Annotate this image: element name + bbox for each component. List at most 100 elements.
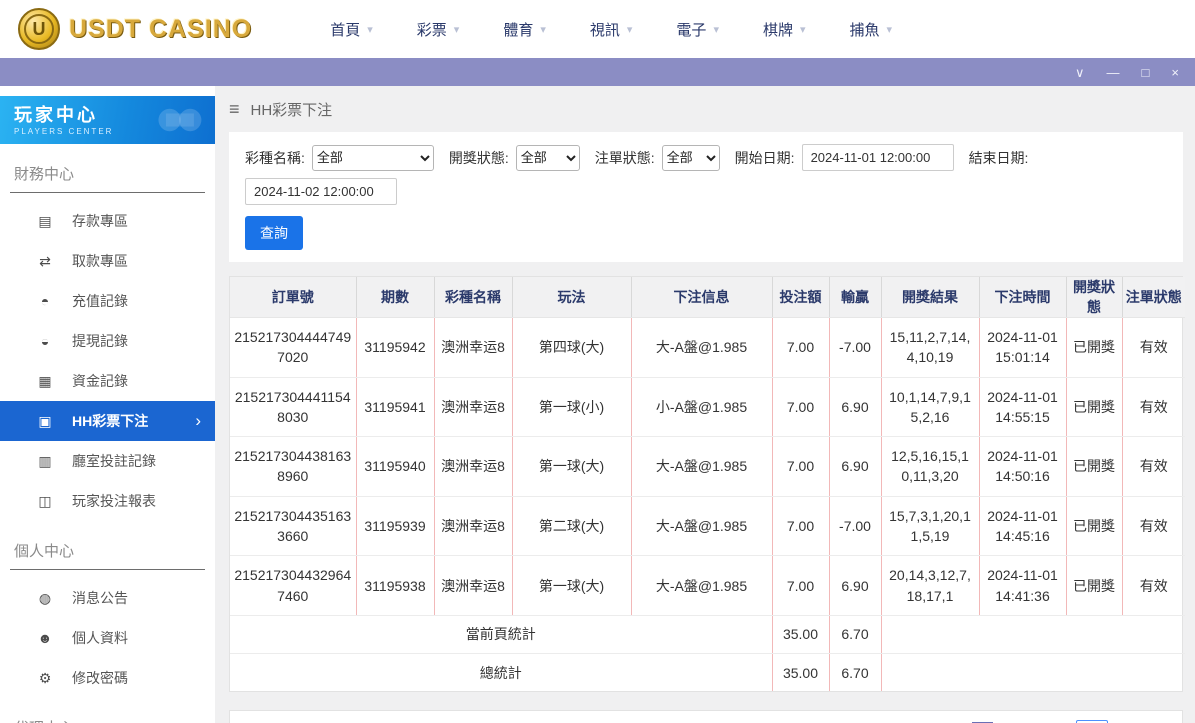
chevron-down-icon: ▾: [453, 23, 460, 36]
sidebar-item-announcements[interactable]: ◍ 消息公告: [0, 578, 215, 618]
grand-summary-bet-total: 35.00: [772, 653, 830, 692]
logo: U USDT CASINO: [18, 8, 252, 50]
chevron-down-icon: ▾: [799, 23, 806, 36]
cell-bet-time: 2024-11-01 14:55:15: [979, 377, 1067, 438]
sidebar-item-withdraw[interactable]: ⇄ 取款專區: [0, 241, 215, 281]
search-button[interactable]: 查詢: [245, 216, 303, 250]
cell-lottery-name: 澳洲幸运8: [434, 555, 513, 616]
maximize-icon[interactable]: □: [1142, 66, 1150, 79]
top-header: U USDT CASINO 首頁 ▾ 彩票 ▾ 體育 ▾ 視訊 ▾ 電子 ▾ 棋牌 ▾ 捕魚 ▾: [0, 0, 1195, 58]
hamburger-icon[interactable]: ≡: [229, 99, 240, 120]
start-date-label: 開始日期:: [734, 149, 795, 166]
cell-bet-time: 2024-11-01 15:01:14: [979, 317, 1067, 378]
page-summary-row: 當前頁統計 35.00 6.70: [230, 615, 1185, 654]
cell-draw-status: 已開獎: [1066, 436, 1123, 497]
cell-order-status: 有效: [1122, 436, 1185, 497]
bets-table-card: 訂單號 期數 彩種名稱 玩法 下注信息 投注額 輸贏 開獎結果 下注時間 開獎狀…: [229, 276, 1185, 693]
cell-bet-amount: 7.00: [772, 377, 830, 438]
order-status-select[interactable]: 全部: [661, 144, 720, 171]
page-title: HH彩票下注: [250, 101, 333, 119]
sidebar-item-label: 取款專區: [72, 253, 128, 269]
withdraw-icon: ⇄: [39, 252, 51, 269]
column-header-play-type: 玩法: [512, 277, 632, 318]
chevron-down-icon[interactable]: ∨: [1075, 66, 1085, 79]
coin-letter: U: [24, 14, 54, 44]
cell-order-status: 有效: [1122, 377, 1185, 438]
pagination-bar: 每頁顯示20條 共5条 首页 上一页 1 下一页 第 页 跳转: [229, 710, 1183, 723]
close-icon[interactable]: ×: [1171, 66, 1179, 79]
funds-record-icon: ▦: [38, 372, 52, 389]
draw-status-label: 開獎狀態:: [448, 149, 509, 166]
nav-item-live-video[interactable]: 視訊 ▾: [590, 19, 633, 40]
column-header-order-status: 注單狀態: [1122, 277, 1185, 318]
coin-icon: U: [18, 8, 60, 50]
lottery-name-select[interactable]: 全部: [311, 144, 434, 171]
order-status-label: 注單狀態:: [594, 149, 655, 166]
lottery-bet-icon: ▣: [38, 412, 52, 429]
sidebar-item-hh-lottery-bets[interactable]: ▣ HH彩票下注 ›: [0, 401, 215, 441]
cell-bet-amount: 7.00: [772, 555, 830, 616]
table-row: 2152173044411548030 31195941 澳洲幸运8 第一球(小) 小-…: [230, 377, 1185, 438]
cell-bet-info: 大-A盤@1.985: [631, 317, 773, 378]
sidebar-item-funds-records[interactable]: ▦ 資金記錄: [0, 361, 215, 401]
grand-summary-win-loss-total: 6.70: [829, 653, 882, 692]
grand-summary-row: 總統計 35.00 6.70: [230, 653, 1185, 692]
section-title: 財務中心: [10, 158, 205, 193]
draw-status-select[interactable]: 全部: [515, 144, 580, 171]
cell-play-type: 第一球(大): [512, 436, 632, 497]
cell-win-loss: -7.00: [829, 496, 882, 557]
cell-draw-result: 15,7,3,1,20,11,5,19: [881, 496, 980, 557]
sidebar-item-withdrawal-records[interactable]: ◒ 提現記錄: [0, 321, 215, 361]
cell-bet-time: 2024-11-01 14:50:16: [979, 436, 1067, 497]
nav-item-sports[interactable]: 體育 ▾: [503, 19, 546, 40]
cell-lottery-name: 澳洲幸运8: [434, 317, 513, 378]
bell-icon: ◍: [38, 589, 52, 606]
nav-item-lottery[interactable]: 彩票 ▾: [417, 19, 460, 40]
nav-item-home[interactable]: 首頁 ▾: [330, 19, 373, 40]
cell-order-id: 2152173044447497020: [230, 317, 357, 378]
end-date-input[interactable]: [245, 178, 397, 205]
cell-period: 31195939: [356, 496, 435, 557]
sidebar-item-hall-bet-records[interactable]: ▥ 廳室投註記錄: [0, 441, 215, 481]
app-shell: 玩家中心 PLAYERS CENTER 財務中心 ▤ 存款專區 ⇄ 取款專區 ◓ 充值記錄 ◒…: [0, 86, 1195, 723]
sidebar-item-profile[interactable]: ☻ 個人資料: [0, 618, 215, 658]
column-header-lottery-name: 彩種名稱: [434, 277, 513, 318]
cell-bet-info: 小-A盤@1.985: [631, 377, 773, 438]
cell-draw-result: 12,5,16,15,10,11,3,20: [881, 436, 980, 497]
sidebar-item-label: 消息公告: [72, 590, 128, 606]
nav-item-label: 視訊: [589, 21, 620, 39]
column-header-order-id: 訂單號: [230, 277, 357, 318]
page-summary-bet-total: 35.00: [772, 615, 830, 654]
sidebar-item-player-bet-report[interactable]: ◫ 玩家投注報表: [0, 481, 215, 521]
cell-play-type: 第一球(小): [512, 377, 632, 438]
start-date-input[interactable]: [801, 144, 954, 171]
cell-order-id: 2152173044381638960: [230, 436, 357, 497]
cell-period: 31195942: [356, 317, 435, 378]
gear-icon: ⚙: [38, 669, 52, 686]
cell-order-status: 有效: [1122, 496, 1185, 557]
cell-win-loss: 6.90: [829, 436, 882, 497]
chevron-down-icon: ▾: [886, 23, 893, 36]
nav-item-fishing[interactable]: 捕魚 ▾: [850, 19, 893, 40]
cell-draw-status: 已開獎: [1066, 317, 1123, 378]
nav-item-slots[interactable]: 電子 ▾: [676, 19, 719, 40]
cell-play-type: 第一球(大): [512, 555, 632, 616]
cell-win-loss: 6.90: [829, 555, 882, 616]
section-title: 個人中心: [10, 535, 205, 570]
cell-draw-status: 已開獎: [1066, 496, 1123, 557]
cell-win-loss: 6.90: [829, 377, 882, 438]
minimize-icon[interactable]: —: [1107, 66, 1120, 79]
cell-bet-amount: 7.00: [772, 317, 830, 378]
user-icon: ☻: [37, 630, 53, 646]
sidebar-item-change-password[interactable]: ⚙ 修改密碼: [0, 658, 215, 698]
bets-table: 訂單號 期數 彩種名稱 玩法 下注信息 投注額 輸贏 開獎結果 下注時間 開獎狀…: [230, 277, 1185, 692]
sidebar-item-deposit[interactable]: ▤ 存款專區: [0, 201, 215, 241]
nav-item-card-games[interactable]: 棋牌 ▾: [763, 19, 806, 40]
cell-bet-time: 2024-11-01 14:41:36: [979, 555, 1067, 616]
withdrawal-record-icon: ◒: [40, 333, 50, 349]
cell-bet-info: 大-A盤@1.985: [631, 436, 773, 497]
sidebar-item-label: 提現記錄: [72, 333, 128, 349]
sidebar-item-label: 存款專區: [72, 213, 128, 229]
sidebar-item-recharge-records[interactable]: ◓ 充值記錄: [0, 281, 215, 321]
cell-period: 31195940: [356, 436, 435, 497]
